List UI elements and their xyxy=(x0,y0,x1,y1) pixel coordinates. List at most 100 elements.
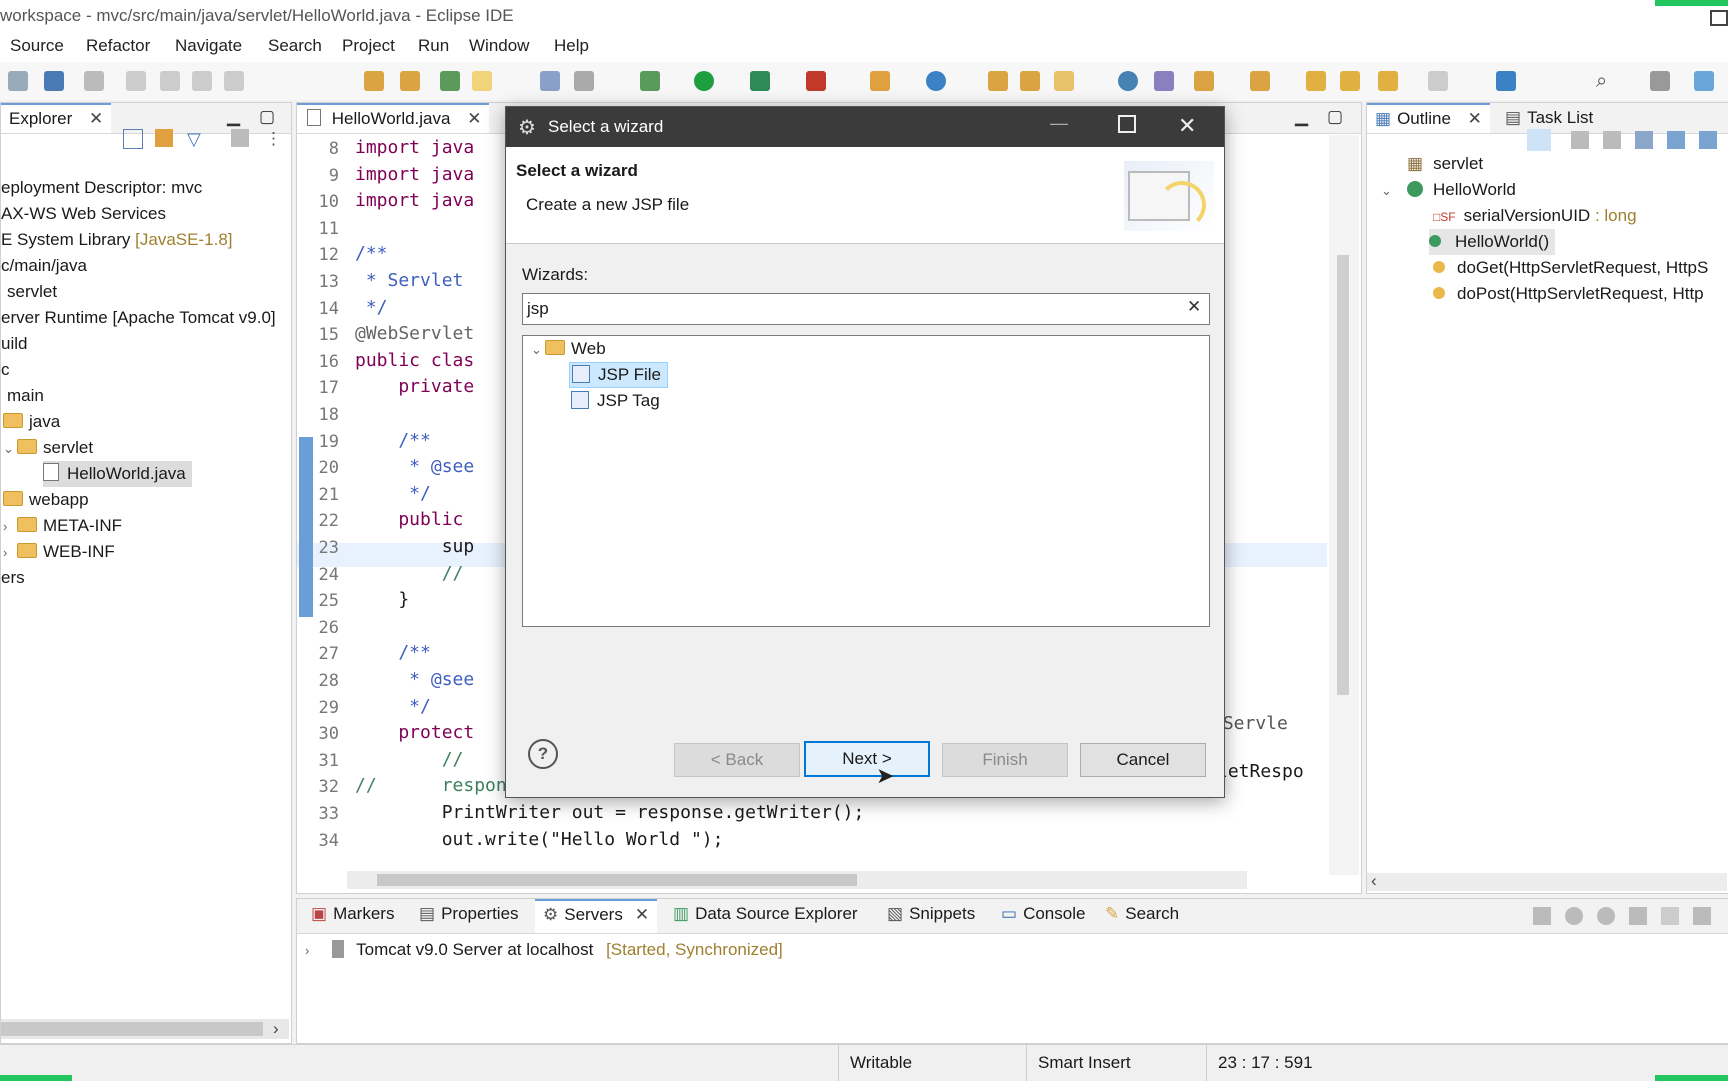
menu-run[interactable]: Run xyxy=(418,36,449,56)
tab-snippets[interactable]: ▧ Snippets xyxy=(879,899,983,929)
suspend-icon[interactable] xyxy=(160,71,180,91)
menu-help[interactable]: Help xyxy=(554,36,589,56)
link-outline-icon[interactable] xyxy=(1699,131,1717,149)
hide-static-icon[interactable] xyxy=(1603,131,1621,149)
chevron-down-icon[interactable]: ⌄ xyxy=(1381,178,1395,204)
external-tools-icon[interactable] xyxy=(806,71,826,91)
menu-search[interactable]: Search xyxy=(268,36,322,56)
debug-server-icon[interactable] xyxy=(1565,907,1583,925)
search-tool-icon[interactable] xyxy=(400,71,420,91)
tree-item-jsp-file[interactable]: JSP File xyxy=(569,362,668,388)
tab-servers[interactable]: ⚙ Servers ✕ xyxy=(535,899,658,933)
tree-category-web[interactable]: ⌄ Web xyxy=(531,336,606,362)
open-type-icon[interactable] xyxy=(364,71,384,91)
scroll-right-icon[interactable]: › xyxy=(273,1019,279,1039)
maximize-icon[interactable]: ▢ xyxy=(259,107,275,127)
outline-item-method[interactable]: doPost(HttpServletRequest, Http xyxy=(1433,281,1704,307)
tab-explorer[interactable]: Explorer ✕ xyxy=(1,103,112,133)
close-icon[interactable]: ✕ xyxy=(1468,109,1482,128)
editor-h-scrollbar[interactable] xyxy=(347,871,1247,889)
start-server-icon[interactable] xyxy=(1597,907,1615,925)
outline-item-package[interactable]: ▦ servlet xyxy=(1407,151,1483,177)
maximize-icon[interactable] xyxy=(1118,115,1136,133)
tab-outline[interactable]: ▦ Outline ✕ xyxy=(1367,103,1490,133)
profile-server-icon[interactable] xyxy=(1629,907,1647,925)
globe-icon[interactable] xyxy=(1118,71,1138,91)
next-button[interactable]: Next > xyxy=(804,741,930,777)
open-folder-icon[interactable] xyxy=(1020,71,1040,91)
open-perspective-icon[interactable] xyxy=(1650,71,1670,91)
outline-item-method[interactable]: doGet(HttpServletRequest, HttpS xyxy=(1433,255,1708,281)
close-icon[interactable]: ✕ xyxy=(89,109,103,128)
wizard-tree[interactable]: ⌄ Web JSP File JSP Tag xyxy=(522,335,1210,627)
close-icon[interactable]: ✕ xyxy=(1178,113,1196,139)
scroll-thumb[interactable] xyxy=(1337,255,1349,695)
last-edit-icon[interactable] xyxy=(1306,71,1326,91)
stop-server-icon[interactable] xyxy=(1661,907,1679,925)
block-selection-icon[interactable] xyxy=(540,71,560,91)
tree-item[interactable]: AX-WS Web Services xyxy=(1,201,166,227)
tree-item[interactable]: uild xyxy=(1,331,27,357)
more-options-icon[interactable]: ⋮ xyxy=(265,129,282,149)
menu-navigate[interactable]: Navigate xyxy=(175,36,242,56)
hide-fields-icon[interactable] xyxy=(1571,131,1589,149)
maximize-icon[interactable]: ▢ xyxy=(1327,107,1343,127)
tree-item[interactable]: › META-INF xyxy=(3,513,122,539)
tree-item[interactable]: c xyxy=(1,357,10,383)
explorer-h-scrollbar[interactable]: › xyxy=(1,1019,289,1039)
publish-icon[interactable] xyxy=(1154,71,1174,91)
search-icon[interactable]: ⌕ xyxy=(1596,70,1607,93)
finish-button[interactable]: Finish xyxy=(942,743,1068,777)
coverage-icon[interactable] xyxy=(750,71,770,91)
new-java-icon[interactable] xyxy=(926,71,946,91)
tree-item[interactable]: › WEB-INF xyxy=(3,539,115,565)
collapse-all-icon[interactable] xyxy=(123,129,143,149)
scroll-thumb[interactable] xyxy=(1,1022,263,1036)
tab-search[interactable]: ✎ Search xyxy=(1097,899,1187,929)
prev-annotation-icon[interactable] xyxy=(1250,71,1270,91)
run-icon[interactable] xyxy=(694,71,714,91)
resume-icon[interactable] xyxy=(126,71,146,91)
close-icon[interactable]: ✕ xyxy=(635,905,649,924)
forward-edit-icon[interactable] xyxy=(1340,71,1360,91)
pin-editor-icon[interactable] xyxy=(1496,71,1516,91)
help-icon[interactable]: ? xyxy=(528,739,558,769)
minimize-icon[interactable]: ▁ xyxy=(1295,107,1308,127)
scroll-thumb[interactable] xyxy=(377,874,857,886)
save-icon[interactable] xyxy=(44,71,64,91)
tab-markers[interactable]: ▣ Markers xyxy=(303,899,402,929)
minimize-icon[interactable]: — xyxy=(1050,113,1068,134)
tab-helloworld-java[interactable]: HelloWorld.java ✕ xyxy=(297,103,490,133)
disconnect-icon[interactable] xyxy=(224,71,244,91)
chevron-right-icon[interactable]: › xyxy=(3,514,17,540)
tree-item[interactable]: ers xyxy=(1,565,25,591)
collapse-icon[interactable] xyxy=(1533,907,1551,925)
menu-window[interactable]: Window xyxy=(469,36,529,56)
menu-refactor[interactable]: Refactor xyxy=(86,36,150,56)
debug-icon[interactable] xyxy=(640,71,660,91)
outline-item-class[interactable]: ⌄ HelloWorld xyxy=(1381,177,1516,203)
view-menu-icon[interactable] xyxy=(231,129,249,147)
tree-item[interactable]: E System Library [JavaSE-1.8] xyxy=(1,227,233,253)
cancel-button[interactable]: Cancel xyxy=(1080,743,1206,777)
tree-item[interactable]: ⌄ servlet xyxy=(3,435,93,461)
highlight-icon[interactable] xyxy=(472,71,492,91)
chevron-down-icon[interactable]: ⌄ xyxy=(3,436,17,462)
filter-icon[interactable]: ▽ xyxy=(187,129,201,150)
chevron-down-icon[interactable]: ⌄ xyxy=(531,337,545,363)
chevron-right-icon[interactable]: › xyxy=(305,938,319,964)
wizard-filter-input[interactable]: jsp ✕ xyxy=(522,293,1210,325)
back-button[interactable]: < Back xyxy=(674,743,800,777)
outline-h-scrollbar[interactable]: ‹ xyxy=(1367,871,1727,891)
tree-item[interactable]: c/main/java xyxy=(1,253,87,279)
open-task-icon[interactable] xyxy=(1054,71,1074,91)
link-editor-icon[interactable] xyxy=(155,129,173,147)
hide-nonpublic-icon[interactable] xyxy=(1635,131,1653,149)
tree-item[interactable]: eployment Descriptor: mvc xyxy=(1,175,202,201)
word-wrap-icon[interactable] xyxy=(574,71,594,91)
skip-breakpoints-icon[interactable] xyxy=(84,71,104,91)
toggle-mark-icon[interactable] xyxy=(440,71,460,91)
server-row[interactable]: › Tomcat v9.0 Server at localhost [Start… xyxy=(305,937,783,963)
minimize-icon[interactable]: ▁ xyxy=(227,107,240,127)
scroll-left-icon[interactable]: ‹ xyxy=(1371,871,1377,891)
